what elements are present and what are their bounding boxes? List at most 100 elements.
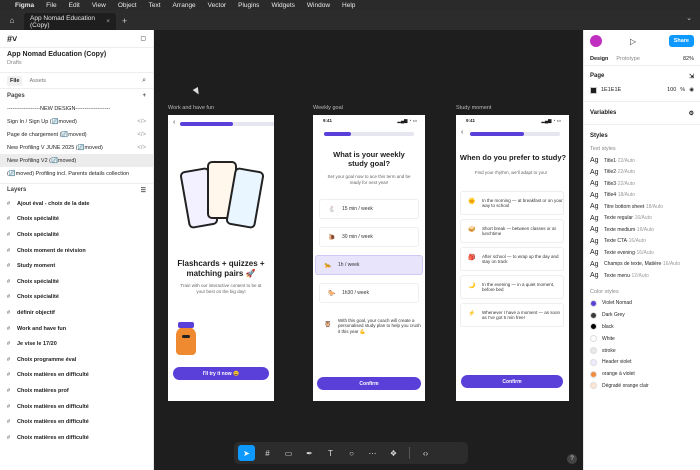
search-icon[interactable]: ⌕ bbox=[142, 77, 146, 85]
moment-option[interactable]: 🎒 After school — to wrap up the day and s… bbox=[460, 247, 564, 271]
canvas[interactable]: Work and have fun ‹ Flashcards + quizzes… bbox=[154, 30, 583, 470]
layer-item[interactable]: # Choix spécialité bbox=[0, 227, 153, 243]
layer-item[interactable]: # définir objectif bbox=[0, 305, 153, 321]
sidebar-toggle-icon[interactable]: ▢ bbox=[140, 35, 146, 42]
help-icon[interactable]: ? bbox=[567, 454, 577, 464]
color-style-item[interactable]: Dark Grey bbox=[584, 309, 700, 321]
menu-window[interactable]: Window bbox=[307, 2, 330, 9]
page-item[interactable]: New Profiling V JUNE 2025 (🔄moved) </> bbox=[0, 141, 153, 154]
goal-option[interactable]: 🐇 15 min / week bbox=[319, 199, 419, 219]
text-style-item[interactable]: Ag Texte evening · 16/Auto bbox=[584, 247, 700, 259]
frame-weekly-goal[interactable]: 9:41 ▂▄▆ ◔ ▭ What is your weekly study g… bbox=[313, 115, 425, 401]
dev-mode-toggle-icon[interactable]: ‹› bbox=[417, 445, 434, 461]
tab-assets[interactable]: Assets bbox=[29, 78, 46, 84]
page-item[interactable]: ------------------NEW DESIGN------------… bbox=[0, 102, 153, 115]
menu-plugins[interactable]: Plugins bbox=[238, 2, 259, 9]
color-style-item[interactable]: stroke bbox=[584, 345, 700, 357]
text-style-item[interactable]: Ag Texte medium · 16/Auto bbox=[584, 224, 700, 236]
menu-text[interactable]: Text bbox=[149, 2, 161, 9]
menu-object[interactable]: Object bbox=[118, 2, 137, 9]
home-icon[interactable]: ⌂ bbox=[0, 10, 24, 30]
add-page-icon[interactable]: + bbox=[142, 93, 146, 99]
menu-file[interactable]: File bbox=[46, 2, 56, 9]
layer-item[interactable]: # Choix matières en difficulté bbox=[0, 414, 153, 430]
text-style-item[interactable]: Ag Title1 · 22/Auto bbox=[584, 155, 700, 167]
layer-item[interactable]: # Choix programme éval bbox=[0, 352, 153, 368]
confirm-button[interactable]: Confirm bbox=[317, 377, 421, 390]
goal-option[interactable]: 🐎 1h30 / week bbox=[319, 283, 419, 303]
menu-arrange[interactable]: Arrange bbox=[173, 2, 196, 9]
layer-item[interactable]: # Choix spécialité bbox=[0, 290, 153, 306]
layer-item[interactable]: # Study moment bbox=[0, 258, 153, 274]
share-button[interactable]: Share bbox=[668, 35, 694, 47]
layer-item[interactable]: # Choix spécialité bbox=[0, 274, 153, 290]
menu-widgets[interactable]: Widgets bbox=[271, 2, 294, 9]
color-style-item[interactable]: Dégradé orange clair bbox=[584, 380, 700, 392]
moment-option[interactable]: ⚡ Whenever I have a moment — as soon as I… bbox=[460, 303, 564, 327]
variables-row[interactable]: Variables ⚙ bbox=[584, 106, 700, 120]
moment-option[interactable]: 🌞 In the morning — at breakfast or on you… bbox=[460, 191, 564, 215]
rectangle-tool-icon[interactable]: ▭ bbox=[280, 445, 297, 461]
actions-tool-icon[interactable]: ⋯ bbox=[364, 445, 381, 461]
text-style-item[interactable]: Ag Title4 · 18/Auto bbox=[584, 190, 700, 202]
text-style-item[interactable]: Ag Titre bottom sheet · 18/Auto bbox=[584, 201, 700, 213]
page-item[interactable]: (🔄moved) Profiling incl. Parents details… bbox=[0, 167, 153, 180]
page-item[interactable]: Sign In / Sign Up (🔄moved) </> bbox=[0, 115, 153, 128]
variables-icon[interactable]: ⚙ bbox=[689, 110, 694, 117]
layer-item[interactable]: # Choix moment de révision bbox=[0, 243, 153, 259]
text-style-item[interactable]: Ag Texte regular · 16/Auto bbox=[584, 213, 700, 225]
close-icon[interactable]: × bbox=[106, 18, 110, 25]
moment-option[interactable]: 🥪 Short break — between classes or at lun… bbox=[460, 219, 564, 243]
goal-option[interactable]: 🐌 30 min / week bbox=[319, 227, 419, 247]
page-item[interactable]: Page de chargement (🔄moved) </> bbox=[0, 128, 153, 141]
menu-edit[interactable]: Edit bbox=[69, 2, 80, 9]
menu-view[interactable]: View bbox=[92, 2, 106, 9]
frame-study-moment[interactable]: 9:41 ▂▄▆ ◔ ▭ ‹ When do you prefer to stu… bbox=[456, 115, 569, 401]
project-name[interactable]: App Nomad Education (Copy) bbox=[7, 51, 146, 58]
moment-option[interactable]: 🌙 In the evening — in a quiet moment, bef… bbox=[460, 275, 564, 299]
page-item-selected[interactable]: New Profiling V2 (🔄moved) bbox=[0, 154, 153, 167]
layer-item[interactable]: # Choix spécialité bbox=[0, 212, 153, 228]
text-style-item[interactable]: Ag Title2 · 22/Auto bbox=[584, 167, 700, 179]
page-color-hex[interactable]: 1E1E1E bbox=[601, 87, 621, 93]
frame-tool-icon[interactable]: # bbox=[259, 445, 276, 461]
frame-work-and-have-fun[interactable]: ‹ Flashcards + quizzes + matching pairs … bbox=[168, 115, 274, 401]
project-location[interactable]: Drafts bbox=[7, 60, 146, 66]
visibility-eye-icon[interactable]: ◉ bbox=[689, 87, 694, 93]
tab-file[interactable]: App Nomad Education (Copy) × bbox=[24, 13, 116, 30]
menu-vector[interactable]: Vector bbox=[208, 2, 226, 9]
menu-app-name[interactable]: Figma bbox=[15, 2, 34, 9]
menu-help[interactable]: Help bbox=[342, 2, 355, 9]
goal-option-selected[interactable]: 🐆 1h / week bbox=[315, 255, 423, 275]
color-style-item[interactable]: Violet Nomad bbox=[584, 298, 700, 310]
resources-tool-icon[interactable]: ❖ bbox=[385, 445, 402, 461]
present-icon[interactable]: ▷ bbox=[630, 37, 636, 46]
color-style-item[interactable]: black bbox=[584, 321, 700, 333]
avatar[interactable] bbox=[590, 35, 602, 47]
text-style-item[interactable]: Ag Texte CTA · 16/Auto bbox=[584, 236, 700, 248]
color-style-item[interactable]: orange à violet bbox=[584, 368, 700, 380]
comment-tool-icon[interactable]: ○ bbox=[343, 445, 360, 461]
page-color-swatch[interactable] bbox=[590, 86, 597, 94]
add-tab-icon[interactable]: + bbox=[122, 16, 127, 26]
color-style-item[interactable]: Header violet bbox=[584, 356, 700, 368]
chevron-down-icon[interactable]: ⌄ bbox=[686, 14, 692, 22]
zoom-level[interactable]: 82% bbox=[683, 56, 694, 62]
text-style-item[interactable]: Ag Texte menu · 12/Auto bbox=[584, 270, 700, 282]
text-style-item[interactable]: Ag Title3 · 22/Auto bbox=[584, 178, 700, 190]
page-fill-row[interactable]: 1E1E1E 100 % ◉ bbox=[584, 83, 700, 97]
figma-menu-icon[interactable]: #˅ bbox=[7, 34, 17, 44]
layer-item[interactable]: # Choix matières prof bbox=[0, 383, 153, 399]
text-style-item[interactable]: Ag Champs de texte, Matière · 16/Auto bbox=[584, 259, 700, 271]
tab-prototype[interactable]: Prototype bbox=[616, 56, 640, 62]
frame-label[interactable]: Weekly goal bbox=[313, 105, 343, 111]
tab-file-layers[interactable]: File bbox=[7, 75, 23, 86]
page-opacity[interactable]: 100 bbox=[667, 87, 676, 93]
confirm-button[interactable]: Confirm bbox=[461, 375, 563, 388]
tab-design[interactable]: Design bbox=[590, 56, 608, 62]
layer-item[interactable]: # Choix matières en difficulté bbox=[0, 430, 153, 446]
layer-item[interactable]: # Choix matières en difficulté bbox=[0, 368, 153, 384]
color-style-item[interactable]: White bbox=[584, 333, 700, 345]
page-settings-icon[interactable]: ⇲ bbox=[689, 73, 694, 80]
text-tool-icon[interactable]: T bbox=[322, 445, 339, 461]
